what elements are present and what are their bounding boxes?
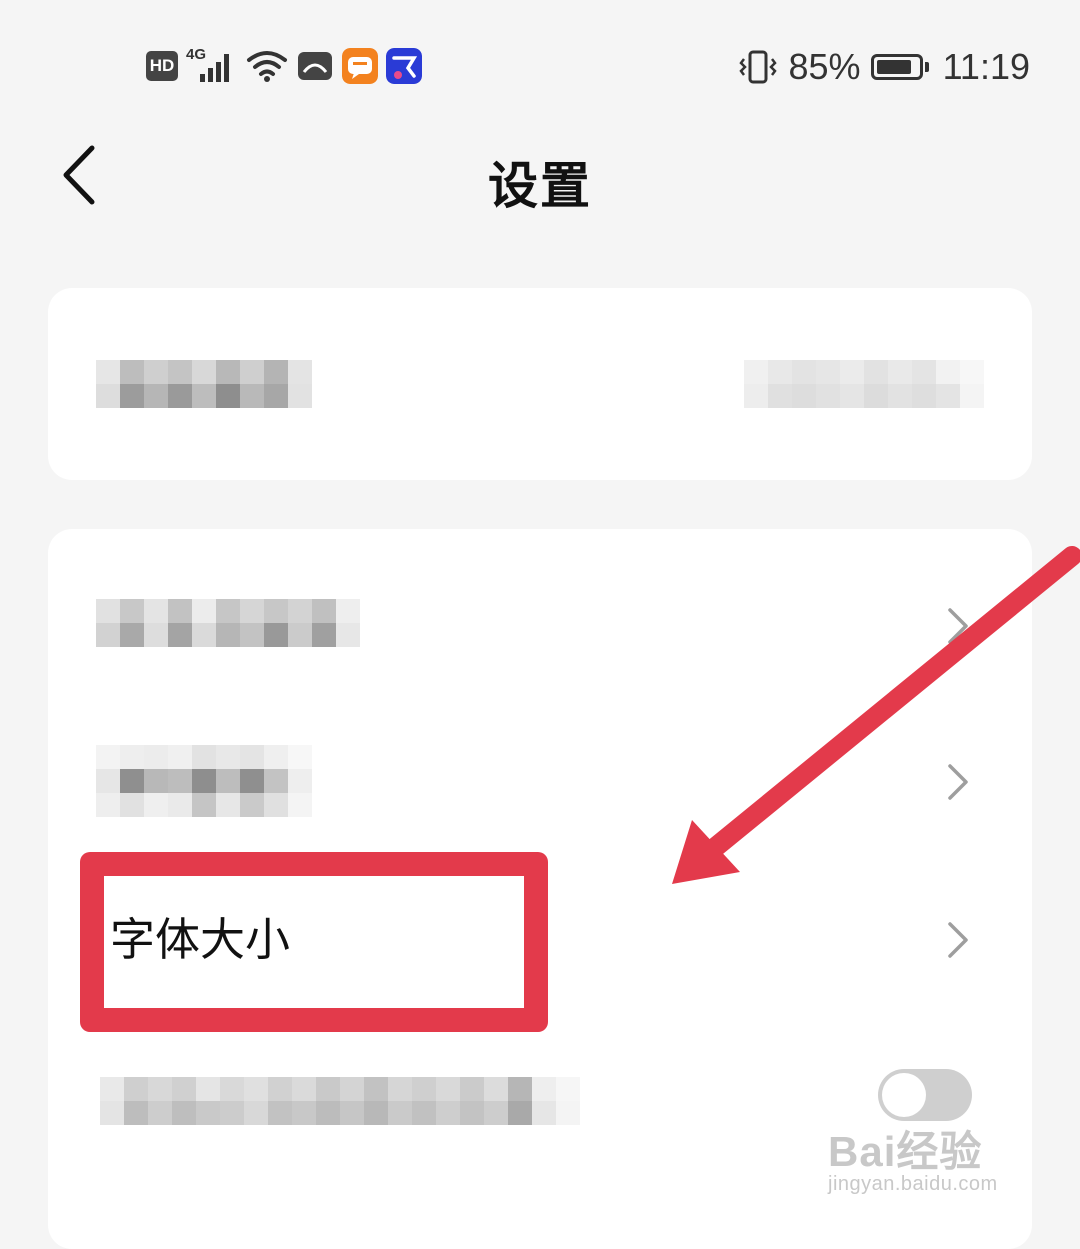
baidu-watermark: Bai经验 jingyan.baidu.com bbox=[828, 1118, 998, 1196]
red-arrow-annotation bbox=[672, 546, 1080, 884]
watermark-main: Bai经验 bbox=[828, 1128, 983, 1175]
watermark-sub: jingyan.baidu.com bbox=[828, 1173, 998, 1195]
